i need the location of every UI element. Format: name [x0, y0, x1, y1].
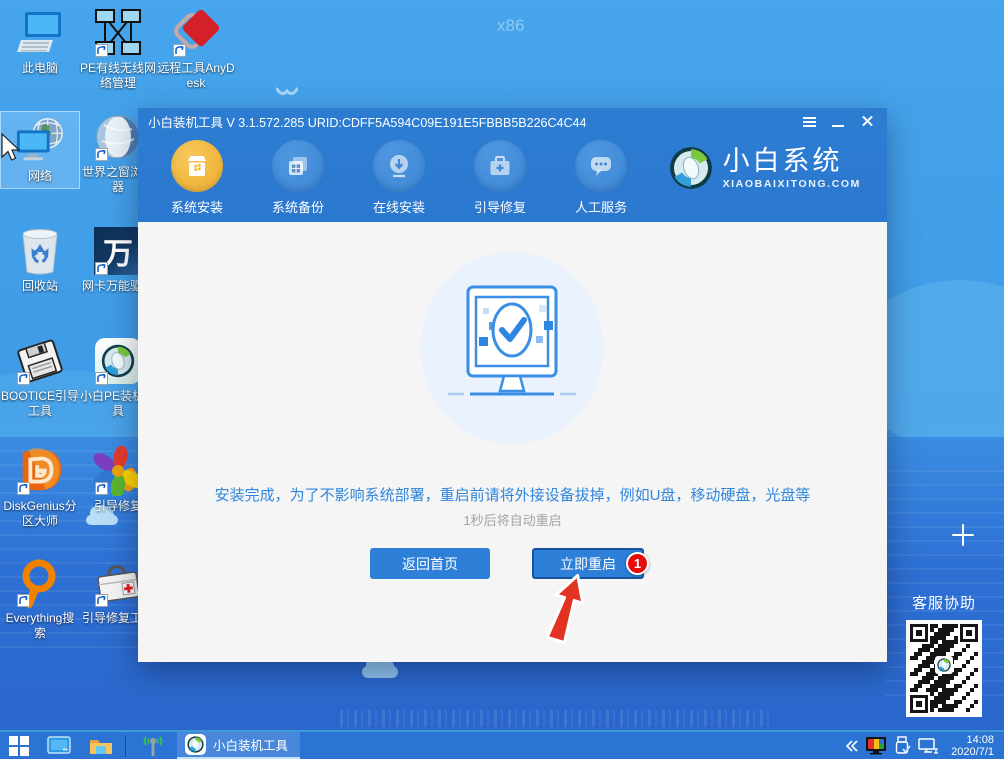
pe-watermark: x86	[497, 16, 524, 36]
shortcut-arrow-icon	[17, 482, 30, 495]
qr-center-logo-icon	[935, 656, 953, 674]
file-explorer-button[interactable]	[80, 732, 122, 759]
shortcut-arrow-icon	[95, 372, 108, 385]
download-icon	[386, 153, 412, 179]
usb-device-icon[interactable]	[893, 736, 911, 756]
clock-time: 14:08	[951, 734, 994, 746]
back-home-button[interactable]: 返回首页	[370, 548, 490, 579]
qr-code	[906, 620, 982, 717]
app-icon	[185, 734, 206, 755]
xiaobai-installer-window: 小白装机工具 V 3.1.572.285 URID:CDFF5A594C09E1…	[138, 108, 887, 662]
qr-finder-icon	[910, 624, 928, 642]
window-content: 安装完成，为了不影响系统部署，重启前请将外接设备拔掉，例如U盘，移动硬盘，光盘等…	[138, 222, 887, 662]
install-complete-illustration	[412, 250, 612, 450]
taskbar: 小白装机工具 14:08 2020/7/1	[0, 730, 1004, 759]
city-skyline	[340, 710, 770, 727]
desktop-icon-anydesk[interactable]: 远程工具AnyDesk	[157, 8, 235, 91]
close-icon[interactable]	[860, 115, 875, 128]
desktop-icon-label: 回收站	[22, 279, 58, 294]
desktop-icon-everything[interactable]: Everything搜索	[1, 558, 79, 641]
start-button[interactable]	[0, 732, 38, 759]
window-title: 小白装机工具 V 3.1.572.285 URID:CDFF5A594C09E1…	[148, 112, 802, 131]
network-status-icon[interactable]	[917, 737, 939, 755]
network-icon	[15, 116, 65, 166]
desktop-icon-label: 网络	[28, 169, 52, 184]
desktop-icon-pe-network-manager[interactable]: PE有线无线网络管理	[79, 8, 157, 91]
menu-icon[interactable]	[802, 115, 817, 128]
minimize-icon[interactable]	[831, 115, 846, 128]
desktop-icon-label: 引导修复	[94, 499, 142, 514]
small-cloud	[362, 666, 398, 678]
tray-expand-icon[interactable]	[845, 740, 859, 752]
desktop-icon-label: PE有线无线网络管理	[79, 61, 157, 91]
show-desktop-button[interactable]	[38, 732, 80, 759]
taskbar-app-label: 小白装机工具	[213, 735, 288, 754]
help-title: 客服协助	[900, 592, 988, 613]
small-cloud	[86, 515, 118, 525]
desktop-icon-network[interactable]: 网络	[1, 112, 79, 188]
brand-site: XIAOBAIXITONG.COM	[723, 178, 861, 190]
taskbar-clock[interactable]: 14:08 2020/7/1	[945, 734, 1000, 758]
window-tabbar: 系统安装 系统备份 在线安装 引导修复 人工服务 小白系统 XIAOBAIXIT…	[138, 134, 887, 222]
xiaobai-logo-icon	[669, 146, 713, 190]
qr-finder-icon	[910, 695, 928, 713]
tab-online-install[interactable]: 在线安装	[366, 134, 432, 222]
backup-icon	[285, 153, 311, 179]
shortcut-arrow-icon	[17, 594, 30, 607]
brand-logo: 小白系统 XIAOBAIXITONG.COM	[669, 146, 861, 190]
tab-label: 在线安装	[373, 197, 425, 216]
tab-label: 系统备份	[272, 197, 324, 216]
desktop-icon-recycle-bin[interactable]: 回收站	[1, 226, 79, 294]
desktop-monitor-icon	[47, 736, 71, 756]
tab-boot-repair[interactable]: 引导修复	[467, 134, 533, 222]
tab-system-backup[interactable]: 系统备份	[265, 134, 331, 222]
repair-kit-icon	[487, 153, 513, 179]
tab-label: 人工服务	[575, 197, 627, 216]
display-settings-icon[interactable]	[865, 737, 887, 755]
desktop-icon-diskgenius[interactable]: DiskGenius分区大师	[1, 446, 79, 529]
clock-date: 2020/7/1	[951, 746, 994, 758]
step-badge: 1	[626, 552, 649, 575]
restart-countdown: 1秒后将自动重启	[138, 510, 887, 529]
install-complete-message: 安装完成，为了不影响系统部署，重启前请将外接设备拔掉，例如U盘，移动硬盘，光盘等	[138, 484, 887, 505]
shortcut-arrow-icon	[17, 372, 30, 385]
tab-label: 引导修复	[474, 197, 526, 216]
shortcut-arrow-icon	[95, 594, 108, 607]
taskbar-app-xiaobai[interactable]: 小白装机工具	[177, 732, 300, 759]
wireless-antenna-icon	[138, 735, 168, 757]
recycle-bin-icon	[17, 226, 63, 276]
desktop-icon-label: Everything搜索	[1, 611, 79, 641]
this-pc-icon	[15, 8, 65, 58]
desktop-icon-bootice[interactable]: BOOTICE引导工具	[1, 336, 79, 419]
shortcut-arrow-icon	[173, 44, 186, 57]
desktop-icon-label: 此电脑	[22, 61, 58, 76]
window-titlebar: 小白装机工具 V 3.1.572.285 URID:CDFF5A594C09E1…	[138, 108, 887, 134]
customer-help-panel: 客服协助	[900, 592, 988, 717]
sparkle	[952, 524, 974, 546]
desktop-icon-this-pc[interactable]: 此电脑	[1, 8, 79, 76]
wireless-tool-button[interactable]	[129, 732, 177, 759]
system-tray: 14:08 2020/7/1	[845, 734, 1004, 758]
shortcut-arrow-icon	[95, 44, 108, 57]
shortcut-arrow-icon	[95, 262, 108, 275]
windows-logo-icon	[9, 736, 29, 756]
brand-name: 小白系统	[723, 146, 861, 176]
desktop-icon-label: BOOTICE引导工具	[1, 389, 79, 419]
tab-human-service[interactable]: 人工服务	[568, 134, 634, 222]
tab-system-install[interactable]: 系统安装	[164, 134, 230, 222]
tab-label: 系统安装	[171, 197, 223, 216]
taskbar-separator	[125, 735, 126, 757]
bird-icon	[276, 87, 298, 99]
shortcut-arrow-icon	[95, 148, 108, 161]
desktop-icon-label: DiskGenius分区大师	[1, 499, 79, 529]
folder-icon	[89, 736, 113, 756]
install-box-icon	[184, 153, 210, 179]
chat-bubble-icon	[588, 153, 614, 179]
desktop-icon-label: 远程工具AnyDesk	[157, 61, 235, 91]
shortcut-arrow-icon	[95, 482, 108, 495]
qr-finder-icon	[960, 624, 978, 642]
